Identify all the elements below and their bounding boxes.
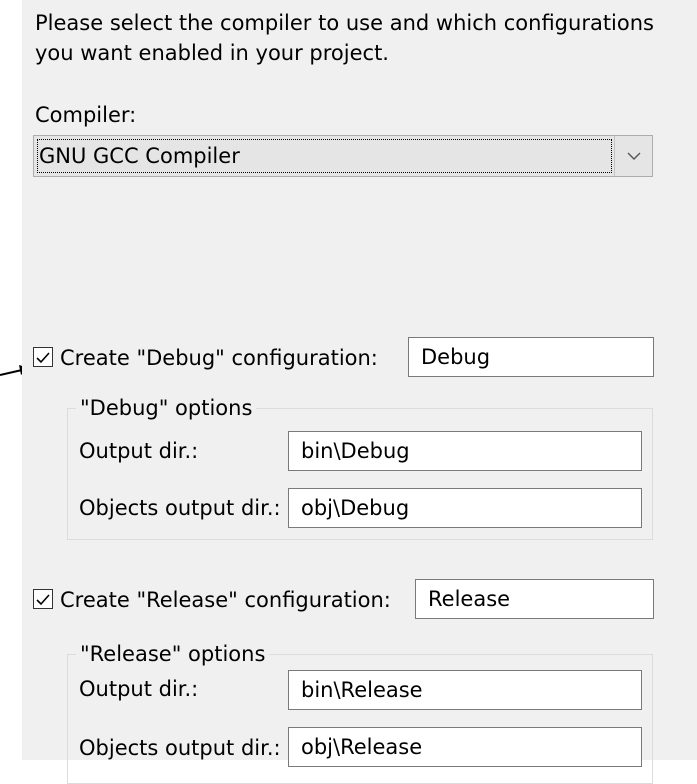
debug-options-legend: "Debug" options <box>76 395 257 421</box>
debug-checkbox[interactable] <box>33 347 53 367</box>
compiler-selected-value: GNU GCC Compiler <box>37 139 612 173</box>
debug-checkbox-label: Create "Debug" configuration: <box>60 346 378 370</box>
release-options-legend: "Release" options <box>76 641 270 667</box>
release-output-dir-label: Output dir.: <box>79 677 199 701</box>
release-checkbox[interactable] <box>33 589 53 609</box>
compiler-label: Compiler: <box>35 103 137 127</box>
chevron-down-icon <box>627 152 640 160</box>
release-objects-dir-label: Objects output dir.: <box>79 736 281 760</box>
debug-output-dir-label: Output dir.: <box>79 439 199 463</box>
debug-config-name-field[interactable]: Debug <box>408 337 654 377</box>
intro-text: Please select the compiler to use and wh… <box>35 11 654 65</box>
release-output-dir-field[interactable]: bin\Release <box>288 670 642 710</box>
release-config-name-field[interactable]: Release <box>415 579 654 619</box>
release-checkbox-label: Create "Release" configuration: <box>60 588 391 612</box>
checkmark-icon <box>36 352 50 364</box>
checkmark-icon <box>36 594 50 606</box>
compiler-dropdown-button[interactable] <box>614 136 652 176</box>
compiler-select[interactable]: GNU GCC Compiler <box>33 135 653 177</box>
debug-output-dir-field[interactable]: bin\Debug <box>288 431 642 471</box>
debug-objects-dir-field[interactable]: obj\Debug <box>288 488 642 528</box>
release-objects-dir-field[interactable]: obj\Release <box>288 727 642 767</box>
debug-objects-dir-label: Objects output dir.: <box>79 496 281 520</box>
